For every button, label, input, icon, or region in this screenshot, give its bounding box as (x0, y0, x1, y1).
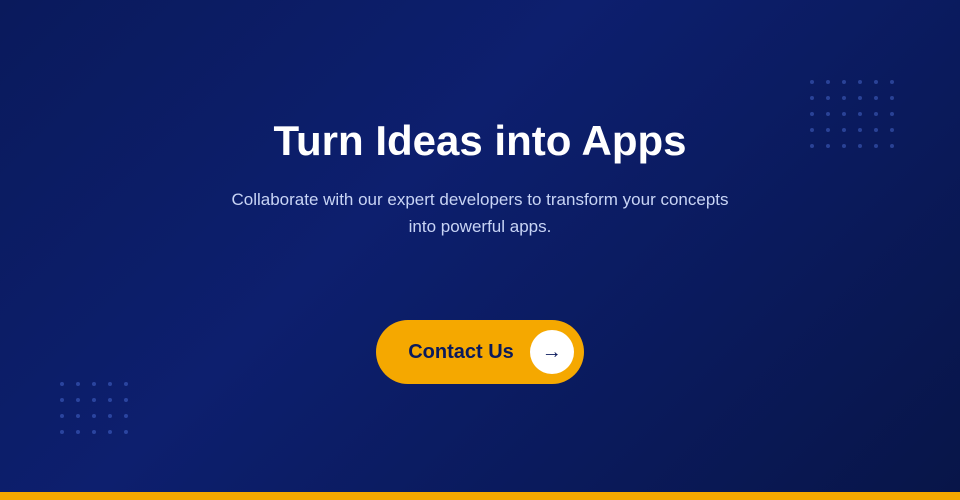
hero-subtitle: Collaborate with our expert developers t… (220, 186, 740, 240)
contact-us-button[interactable]: Contact Us → (376, 320, 584, 384)
arrow-right-icon: → (542, 342, 562, 362)
arrow-circle: → (530, 330, 574, 374)
hero-content: Turn Ideas into Apps Collaborate with ou… (220, 116, 740, 385)
gold-bottom-bar (0, 492, 960, 500)
hero-section: Turn Ideas into Apps Collaborate with ou… (0, 0, 960, 500)
hero-title: Turn Ideas into Apps (273, 116, 686, 166)
dot-pattern-bottom-left (60, 382, 134, 440)
dot-pattern-top-right (810, 80, 900, 154)
contact-us-label: Contact Us (408, 341, 514, 364)
